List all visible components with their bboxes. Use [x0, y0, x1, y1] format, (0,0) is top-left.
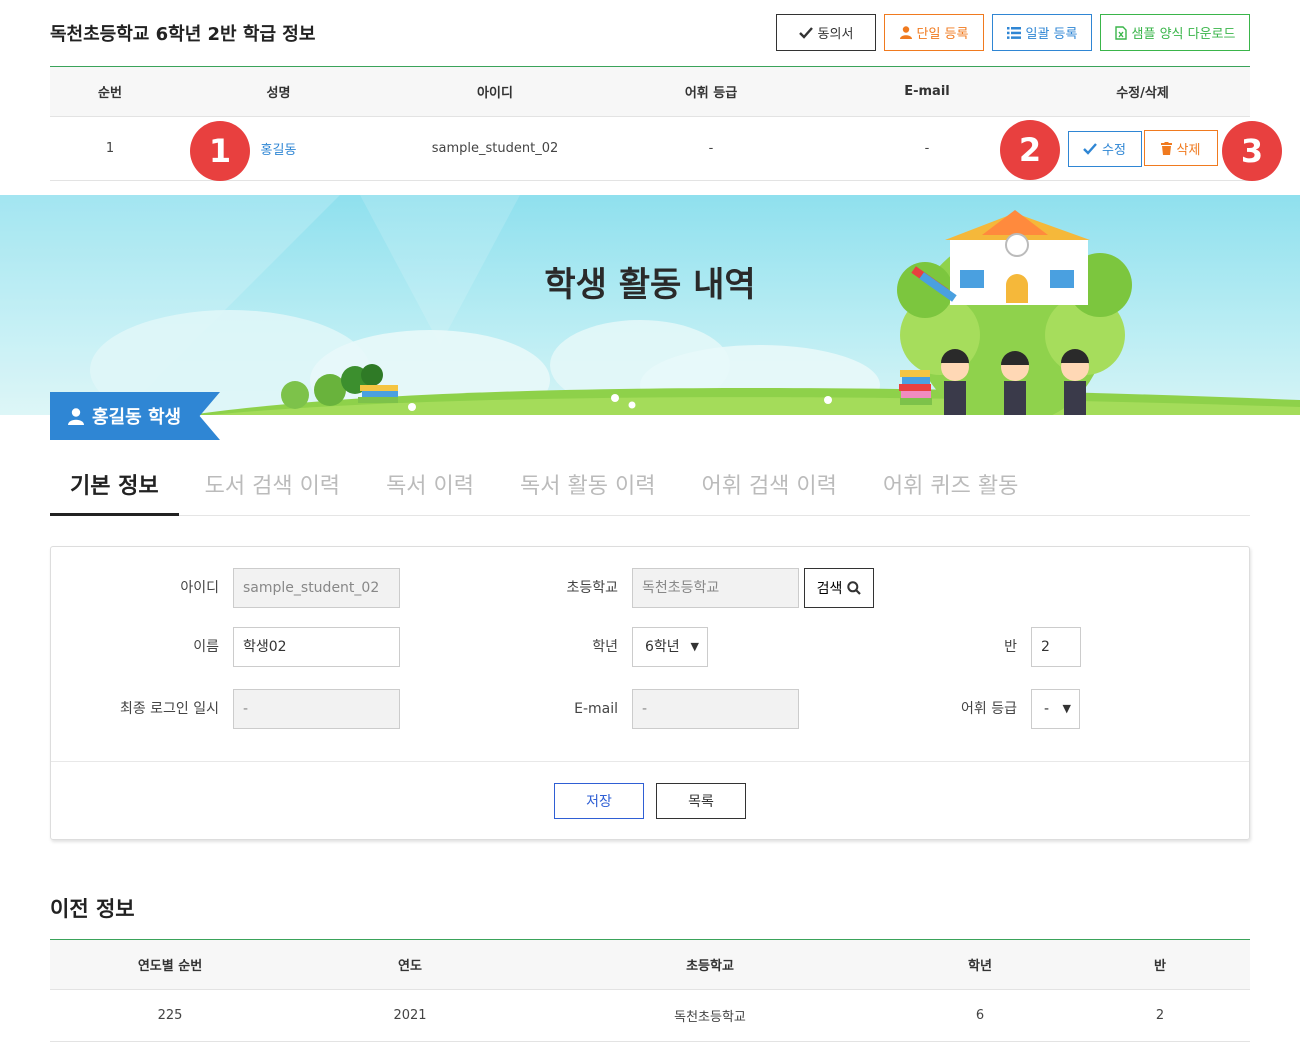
consent-button-label: 동의서 [817, 27, 854, 42]
delete-button-label: 삭제 [1176, 142, 1201, 158]
search-button-label: 검색 [816, 580, 843, 596]
column-header: 어휘 등급 [603, 66, 819, 117]
grade: 6 [890, 989, 1070, 1042]
callout-badge-3: 3 [1222, 121, 1282, 181]
header-button-group: 동의서 단일 등록 일괄 등록 샘플 양식 다운로드 [776, 14, 1250, 51]
activity-tabs: 기본 정보 도서 검색 이력 독서 이력 독서 활동 이력 어휘 검색 이력 어… [50, 458, 1250, 516]
sample-download-label: 샘플 양식 다운로드 [1131, 27, 1236, 42]
tab-book-search-history[interactable]: 도서 검색 이력 [185, 458, 360, 516]
sample-download-button[interactable]: 샘플 양식 다운로드 [1100, 14, 1250, 51]
excel-file-icon [1114, 25, 1127, 40]
check-icon [1083, 142, 1097, 155]
bulk-register-button[interactable]: 일괄 등록 [992, 14, 1092, 51]
previous-table-header: 연도별 순번 연도 초등학교 학년 반 [50, 939, 1250, 990]
column-header: 수정/삭제 [1035, 66, 1250, 117]
column-header: 학년 [890, 939, 1070, 990]
year: 2021 [290, 989, 530, 1042]
chevron-down-icon: ▼ [1062, 702, 1071, 715]
class: 2 [1070, 989, 1250, 1042]
list-icon [1006, 26, 1021, 39]
consent-button[interactable]: 동의서 [776, 14, 876, 51]
vocab-grade: - [603, 116, 819, 181]
previous-info-title: 이전 정보 [50, 897, 135, 921]
edit-button-label: 수정 [1102, 143, 1126, 159]
form-row: 최종 로그인 일시 - E-mail - 어휘 등급 - ▼ [51, 689, 1249, 729]
row-number: 1 [50, 116, 170, 181]
form-divider [51, 761, 1249, 762]
banner-title: 학생 활동 내역 [544, 265, 756, 305]
vocab-grade-label: 어휘 등급 [961, 701, 1017, 717]
tab-reading-activity-history[interactable]: 독서 활동 이력 [500, 458, 675, 516]
email-label: E-mail [574, 701, 618, 717]
id-field: sample_student_02 [233, 568, 400, 608]
column-header: 성명 [170, 66, 387, 117]
check-icon [798, 26, 813, 39]
name-label: 이름 [193, 639, 219, 655]
school: 독천초등학교 [530, 989, 890, 1042]
student-id: sample_student_02 [387, 116, 603, 181]
list-button[interactable]: 목록 [656, 783, 746, 819]
email-field: - [632, 689, 799, 729]
name-field[interactable]: 학생02 [233, 627, 400, 667]
column-header: 순번 [50, 66, 170, 117]
school-search-button[interactable]: 검색 [804, 568, 874, 608]
student-tag-label: 홍길동 학생 [92, 407, 182, 428]
grade-label: 학년 [592, 639, 618, 655]
column-header: 아이디 [387, 66, 603, 117]
previous-info-table: 연도별 순번 연도 초등학교 학년 반 225 2021 독천초등학교 6 2 [50, 939, 1250, 1042]
student-table-header: 순번 성명 아이디 어휘 등급 E-mail 수정/삭제 [50, 66, 1250, 117]
school-label: 초등학교 [566, 580, 618, 596]
trash-icon [1160, 141, 1172, 155]
class-label: 반 [1004, 639, 1017, 655]
class-field[interactable]: 2 [1031, 627, 1081, 667]
single-register-button[interactable]: 단일 등록 [884, 14, 984, 51]
vocab-grade-select[interactable]: - ▼ [1031, 689, 1080, 729]
student-name-tag: 홍길동 학생 [50, 392, 220, 440]
column-header: 연도 [290, 939, 530, 990]
user-icon [899, 26, 912, 39]
grade-select-value: 6학년 [645, 639, 680, 655]
column-header: E-mail [819, 66, 1035, 117]
year-seq: 225 [50, 989, 290, 1042]
form-row: 아이디 sample_student_02 초등학교 독천초등학교 검색 [51, 568, 1249, 608]
edit-button[interactable]: 수정 [1067, 130, 1142, 167]
form-row: 이름 학생02 학년 6학년 ▼ 반 2 [51, 627, 1249, 667]
single-register-label: 단일 등록 [916, 27, 969, 42]
id-label: 아이디 [180, 580, 219, 596]
school-field: 독천초등학교 [632, 568, 799, 608]
student-name-link[interactable]: 홍길동 [261, 143, 297, 158]
basic-info-form: 아이디 sample_student_02 초등학교 독천초등학교 검색 이름 … [50, 546, 1250, 840]
delete-button[interactable]: 삭제 [1143, 130, 1218, 167]
last-login-label: 최종 로그인 일시 [119, 701, 219, 717]
column-header: 연도별 순번 [50, 939, 290, 990]
tab-basic-info[interactable]: 기본 정보 [50, 458, 179, 516]
tab-reading-history[interactable]: 독서 이력 [366, 458, 494, 516]
last-login-field: - [233, 689, 400, 729]
page-header: 독천초등학교 6학년 2반 학급 정보 동의서 단일 등록 일괄 등록 샘플 양… [50, 14, 1250, 52]
save-button[interactable]: 저장 [554, 783, 644, 819]
chevron-down-icon: ▼ [690, 640, 699, 653]
table-row: 225 2021 독천초등학교 6 2 [50, 989, 1250, 1042]
search-icon [847, 581, 862, 595]
user-icon [68, 407, 84, 425]
page-title: 독천초등학교 6학년 2반 학급 정보 [50, 24, 316, 45]
tab-vocab-quiz-activity[interactable]: 어휘 퀴즈 활동 [863, 458, 1038, 516]
column-header: 반 [1070, 939, 1250, 990]
callout-badge-1: 1 [190, 121, 250, 181]
callout-badge-2: 2 [1000, 120, 1060, 180]
activity-banner: 학생 활동 내역 [0, 195, 1300, 415]
column-header: 초등학교 [530, 939, 890, 990]
tab-vocab-search-history[interactable]: 어휘 검색 이력 [681, 458, 856, 516]
grade-select[interactable]: 6학년 ▼ [632, 627, 708, 667]
vocab-grade-select-value: - [1044, 701, 1050, 717]
bulk-register-label: 일괄 등록 [1025, 27, 1078, 42]
